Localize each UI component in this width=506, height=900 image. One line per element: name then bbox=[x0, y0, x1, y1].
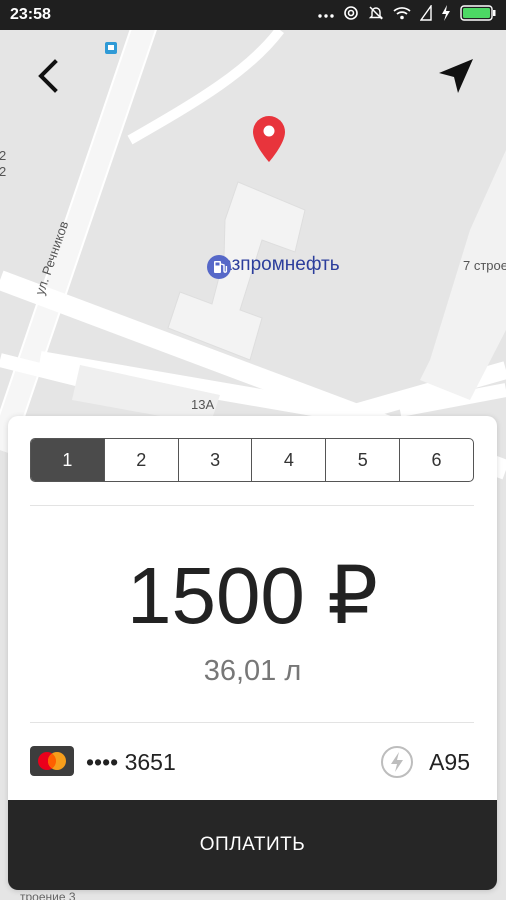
liters-value: 36,01 л bbox=[203, 655, 302, 687]
status-time: 23:58 bbox=[10, 6, 51, 23]
locate-me-button[interactable] bbox=[432, 54, 480, 102]
column-option-6[interactable]: 6 bbox=[399, 439, 473, 481]
wifi-icon bbox=[393, 6, 411, 25]
column-option-3[interactable]: 3 bbox=[177, 439, 252, 481]
column-selector: 123456 bbox=[30, 438, 474, 482]
status-icons bbox=[318, 3, 496, 26]
building-label-side: 2 bbox=[0, 148, 7, 163]
pay-button[interactable]: ОПЛАТИТЬ bbox=[8, 800, 497, 890]
battery-icon bbox=[460, 4, 496, 26]
amount-value[interactable]: 1500 ₽ bbox=[8, 556, 497, 636]
chevron-left-icon bbox=[35, 58, 61, 98]
card-number: •••• 3651 bbox=[86, 749, 176, 775]
fuel-type[interactable]: А95 bbox=[429, 749, 470, 776]
column-option-2[interactable]: 2 bbox=[103, 439, 178, 481]
payment-card: 123456 1500 ₽ 36,01 л •••• 3651 А95 ОПЛА… bbox=[8, 416, 497, 890]
divider-top bbox=[30, 505, 474, 506]
map-bottom-label: троение 3 bbox=[20, 890, 76, 900]
lightning-icon bbox=[380, 745, 414, 784]
building-label-7: 7 строе bbox=[463, 258, 506, 273]
back-button[interactable] bbox=[24, 54, 72, 102]
building-label-side-2: 2 bbox=[0, 164, 7, 179]
more-dots-icon bbox=[318, 6, 334, 24]
column-option-1[interactable]: 1 bbox=[31, 439, 104, 481]
mute-icon bbox=[368, 5, 384, 26]
mastercard-icon bbox=[30, 746, 74, 776]
column-option-4[interactable]: 4 bbox=[251, 439, 325, 481]
payment-method-row[interactable]: •••• 3651 А95 bbox=[30, 744, 474, 780]
column-option-5[interactable]: 5 bbox=[325, 439, 399, 481]
divider-bottom bbox=[30, 722, 474, 723]
building-label-13a: 13А bbox=[191, 397, 215, 412]
sim-icon bbox=[419, 3, 432, 26]
navigation-arrow-icon bbox=[437, 57, 475, 100]
poi-gazpromneft[interactable]: Газпромнефть bbox=[206, 254, 340, 279]
status-bar: 23:58 bbox=[0, 0, 506, 30]
hotspot-icon bbox=[343, 5, 359, 26]
charging-icon bbox=[441, 4, 451, 26]
